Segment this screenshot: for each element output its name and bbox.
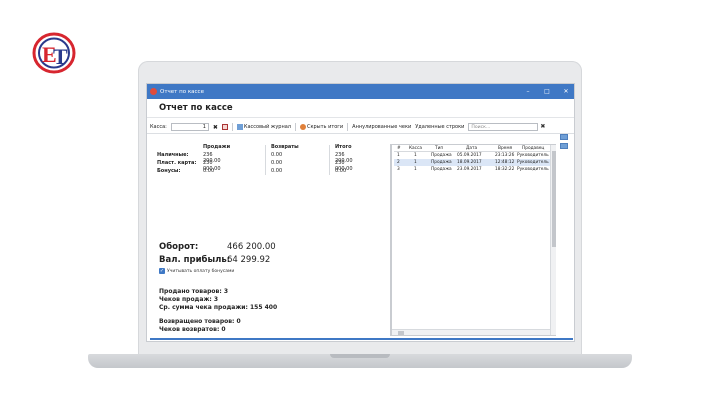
column-divider [265,145,266,175]
cell: Руководитель [517,153,549,158]
vertical-scrollbar[interactable] [550,145,556,335]
cell: Продажа [431,153,452,158]
search-placeholder: Поиск... [471,125,491,130]
refresh-button[interactable] [221,124,228,130]
sold-items: Продано товаров: 3 [159,288,229,295]
deleted-rows-button[interactable]: Удаленные строки [415,124,464,130]
hide-totals-label: Скрыть итоги [306,124,344,130]
avg-check: Ср. сумма чека продажи: 155 400 [159,304,278,311]
laptop-notch [330,354,390,358]
card-returns: 0.00 [271,160,283,166]
clear-search-icon[interactable]: ✖ [540,123,545,130]
bonus-checkbox-label: Учитывать оплату бонусами [167,268,235,274]
gross-profit-label: Вал. прибыль: [159,255,231,265]
col-returns-header: Возвраты [271,144,299,150]
refresh-icon [221,124,228,130]
print-icon[interactable] [560,143,568,149]
cell: 2 [397,160,400,165]
cell: 05.09.2017 [457,153,482,158]
col-header[interactable]: Дата [466,146,477,151]
col-header[interactable]: Тип [435,146,443,151]
turnover-label: Оборот: [159,242,199,252]
turnover-value: 466 200.00 [227,242,276,252]
export-icon[interactable] [560,134,568,140]
table-row[interactable]: 2 1 Продажа 18.09.2017 12:48:12 Руководи… [394,159,554,166]
svg-text:T: T [53,44,68,69]
hide-icon [299,124,306,130]
app-icon [150,88,157,95]
checkmark-icon: ✓ [159,268,165,274]
table-header: # Касса Тип Дата Время Продавец [394,145,554,152]
row-bonus-label: Бонусы: [157,168,181,174]
scroll-thumb[interactable] [398,331,404,335]
cell: 1 [414,167,417,172]
search-input[interactable]: Поиск... ✖ [468,123,545,131]
page-title: Отчет по кассе [147,99,574,118]
cell: 23.09.2017 [457,167,482,172]
maximize-button[interactable]: □ [539,88,555,95]
clear-filter-button[interactable]: ✖ [213,124,218,131]
col-total-header: Итого [335,144,352,150]
minimize-button[interactable]: – [520,88,536,95]
cell: 18:32:22 [495,167,515,172]
return-checks: Чеков возвратов: 0 [159,326,226,333]
status-line [150,338,573,340]
window-title: Отчет по кассе [160,88,204,95]
row-cash-label: Наличные: [157,152,189,158]
cancelled-checks-button[interactable]: Аннулированные чеки [352,124,411,130]
kassa-label: Касса: [150,124,167,130]
cell: 1 [414,153,417,158]
row-card-label: Пласт. карта: [157,160,197,166]
toolbar: Касса: 1 ✖ Кассовый журнал Скрыть итоги … [147,121,574,134]
cell: Продажа [431,160,452,165]
bonus-checkbox[interactable]: ✓ Учитывать оплату бонусами [159,268,234,274]
summary-pane: Продажи Возвраты Итого Наличные: 236 200… [147,144,390,334]
checks-table-pane: # Касса Тип Дата Время Продавец 1 1 Прод… [391,144,556,336]
title-bar: Отчет по кассе – □ ✕ [147,84,574,99]
bonus-total: 0.00 [335,168,347,174]
scroll-thumb[interactable] [552,151,556,247]
hide-totals-button[interactable]: Скрыть итоги [299,124,344,130]
journal-button[interactable]: Кассовый журнал [236,124,291,130]
sale-checks: Чеков продаж: 3 [159,296,219,303]
table-row[interactable]: 3 1 Продажа 23.09.2017 18:32:22 Руководи… [394,166,554,173]
cash-returns: 0.00 [271,152,283,158]
toolbar-separator [347,123,349,131]
col-sales-header: Продажи [203,144,231,150]
journal-label: Кассовый журнал [243,124,291,130]
cell: 1 [397,153,400,158]
col-header[interactable]: Касса [409,146,422,151]
bonus-returns: 0.00 [271,168,283,174]
cell: Руководитель [517,160,549,165]
app-window: Отчет по кассе – □ ✕ Отчет по кассе Касс… [146,83,575,342]
col-header[interactable]: Продавец [522,146,544,151]
cell: 12:48:12 [495,160,515,165]
cell: 1 [414,160,417,165]
cell: Руководитель [517,167,549,172]
checks-table: # Касса Тип Дата Время Продавец 1 1 Прод… [394,145,554,173]
cell: 18.09.2017 [457,160,482,165]
horizontal-scrollbar[interactable] [392,329,550,335]
col-header[interactable]: # [397,146,401,151]
column-divider [329,145,330,175]
cell: Продажа [431,167,452,172]
page: E T Отчет по кассе – □ ✕ Отчет по кассе … [0,0,720,405]
cell: 23:13:26 [495,153,515,158]
kassa-select[interactable]: 1 [170,123,209,131]
bonus-sales: 0.00 [203,168,215,174]
brand-logo: E T [32,32,76,74]
gross-profit-value: 64 299.92 [227,255,271,265]
col-header[interactable]: Время [498,146,512,151]
toolbar-separator [294,123,296,131]
table-row[interactable]: 1 1 Продажа 05.09.2017 23:13:26 Руководи… [394,152,554,159]
close-button[interactable]: ✕ [558,88,574,95]
cell: 3 [397,167,400,172]
returned-items: Возвращено товаров: 0 [159,318,241,325]
journal-icon [236,124,243,130]
toolbar-separator [231,123,233,131]
close-icon: ✖ [212,123,218,131]
